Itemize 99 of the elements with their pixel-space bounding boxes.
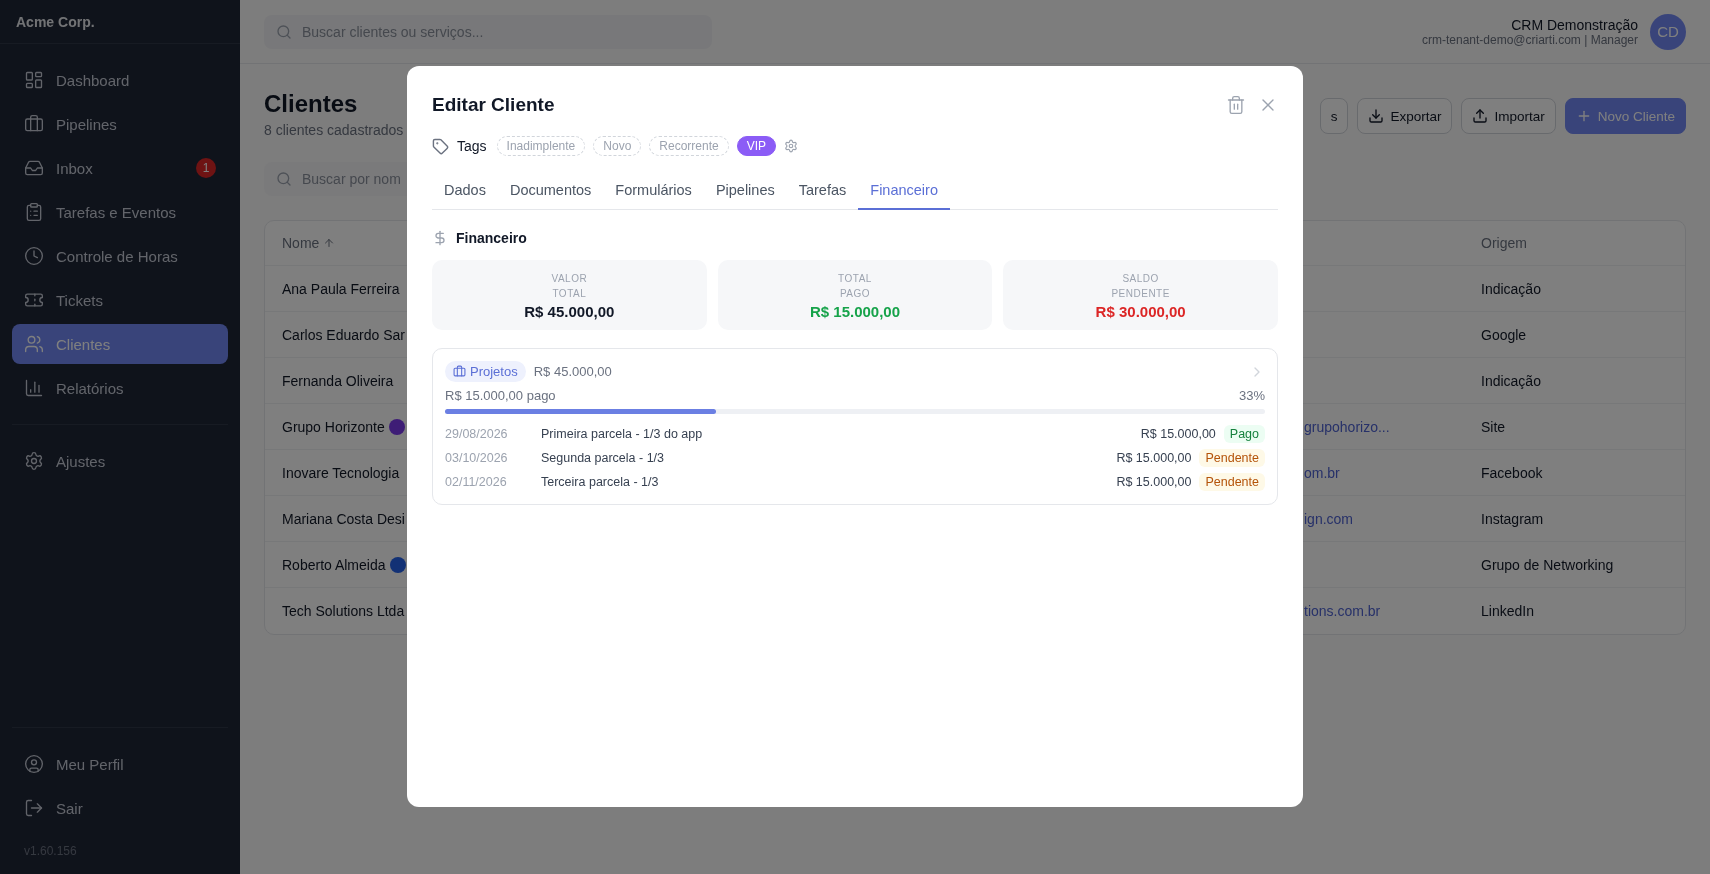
- stat-label: PENDENTE: [1111, 286, 1170, 301]
- count-badge: 1: [196, 158, 216, 178]
- nav-item[interactable]: Tickets: [12, 280, 228, 320]
- table-cell: Tech Solutions Ltda: [282, 603, 405, 619]
- dashboard-icon: [24, 70, 44, 90]
- logout-icon: [24, 798, 44, 818]
- table-cell-text: Instagram: [1481, 510, 1545, 527]
- nav-item[interactable]: Relatórios: [12, 368, 228, 408]
- settings-icon: [24, 451, 44, 471]
- table-cell: Inovare Tecnologia: [282, 464, 400, 481]
- email-link[interactable]: tions.com.br: [1304, 603, 1481, 619]
- nav-item[interactable]: Dashboard: [12, 60, 228, 100]
- table-cell: Roberto Almeida: [282, 556, 386, 573]
- action-button[interactable]: Novo Cliente: [1564, 98, 1686, 134]
- table-cell-text: Facebook: [1481, 464, 1544, 481]
- stat-value: R$ 45.000,00: [524, 302, 615, 320]
- upload-icon: [1472, 108, 1489, 124]
- table-cell-text: Grupo de Networking: [1481, 556, 1615, 573]
- table-cell-text: Site: [1481, 418, 1507, 435]
- inbox-icon: [24, 158, 44, 178]
- installment-amount: R$ 15.000,00: [1140, 427, 1216, 441]
- page-title: Clientes: [264, 90, 359, 118]
- action-button[interactable]: Exportar: [1357, 98, 1453, 134]
- users-icon: [24, 334, 44, 354]
- nav-item[interactable]: Ajustes: [12, 441, 228, 481]
- paid-text: R$ 15.000,00 pago: [445, 388, 556, 403]
- stat-value: R$ 15.000,00: [809, 302, 901, 320]
- table-cell: Fernanda Oliveira: [282, 372, 394, 389]
- action-button[interactable]: s: [1319, 98, 1349, 134]
- search-icon: [276, 23, 292, 40]
- tag-chip[interactable]: VIP: [736, 136, 777, 156]
- action-button[interactable]: Importar: [1461, 98, 1556, 134]
- tag-icon: [432, 137, 449, 155]
- table-cell-text: Indicação: [1481, 280, 1542, 297]
- column-header[interactable]: Nome: [282, 235, 424, 251]
- installment-amount: R$ 15.000,00: [1116, 475, 1192, 489]
- nav-item[interactable]: Meu Perfil: [12, 744, 228, 784]
- nav-item[interactable]: Tarefas e Eventos: [12, 192, 228, 232]
- tab[interactable]: Tarefas: [786, 182, 859, 210]
- stat-label: PAGO: [839, 286, 871, 301]
- email-link[interactable]: ign.com: [1304, 510, 1481, 527]
- tab[interactable]: Dados: [432, 182, 498, 210]
- installment-description: Segunda parcela - 1/3: [541, 451, 665, 465]
- status-badge: Pendente: [1199, 473, 1265, 491]
- briefcase-icon: [453, 365, 466, 378]
- user-circle-icon: [24, 754, 44, 774]
- nav-item[interactable]: Inbox 1: [12, 148, 228, 188]
- sort-arrow-icon: [323, 237, 336, 249]
- stat-label: SALDO: [1122, 271, 1159, 286]
- tab[interactable]: Financeiro: [858, 182, 950, 210]
- bar-chart-icon: [24, 378, 44, 398]
- settings-icon[interactable]: [784, 139, 799, 153]
- tab[interactable]: Pipelines: [703, 182, 787, 210]
- table-cell-text: LinkedIn: [1481, 603, 1535, 619]
- nav-item[interactable]: Controle de Horas: [12, 236, 228, 276]
- project-amount: R$ 45.000,00: [533, 364, 612, 379]
- installment-date: 03/10/2026: [445, 451, 509, 465]
- table-cell: Carlos Eduardo Sar: [282, 326, 405, 343]
- stat-value: R$ 30.000,00: [1095, 302, 1186, 320]
- download-icon: [1368, 108, 1385, 124]
- tags-label: Tags: [457, 138, 487, 154]
- table-cell: Ana Paula Ferreira: [282, 280, 400, 297]
- user-name: CRM Demonstração: [1511, 16, 1638, 33]
- trash-icon[interactable]: [1226, 95, 1246, 115]
- page-subtitle: 8 clientes cadastrados: [264, 122, 404, 138]
- table-cell-text: Google: [1481, 326, 1528, 343]
- user-avatar[interactable]: CD: [1650, 13, 1686, 50]
- table-cell-text: Indicação: [1481, 372, 1542, 389]
- status-badge: Pago: [1223, 425, 1265, 443]
- installment-amount: R$ 15.000,00: [1116, 451, 1192, 465]
- installment-date: 02/11/2026: [445, 475, 508, 489]
- table-cell: Mariana Costa Desi: [282, 510, 405, 527]
- clipboard-icon: [24, 202, 44, 222]
- nav-item[interactable]: Pipelines: [12, 104, 228, 144]
- nav-item[interactable]: Sair: [12, 788, 228, 828]
- clock-icon: [24, 246, 44, 266]
- stat-label: TOTAL: [552, 286, 587, 301]
- dialog-title: Editar Cliente: [432, 94, 555, 116]
- table-cell: Grupo Horizonte: [282, 418, 385, 435]
- brand-name: Acme Corp.: [16, 13, 95, 30]
- column-header[interactable]: Origem: [1481, 235, 1685, 251]
- stat-label: VALOR: [551, 271, 588, 286]
- category-chip: Projetos: [445, 361, 526, 382]
- section-title: Financeiro: [456, 230, 527, 246]
- nav-item[interactable]: Clientes: [12, 324, 228, 364]
- briefcase-icon: [24, 114, 44, 134]
- installment-description: Terceira parcela - 1/3: [541, 475, 660, 489]
- tab[interactable]: Documentos: [497, 182, 604, 210]
- email-link[interactable]: om.br: [1304, 464, 1481, 481]
- status-badge: Pendente: [1199, 449, 1265, 467]
- percent-text: 33%: [1238, 388, 1265, 403]
- installment-description: Primeira parcela - 1/3 do app: [541, 427, 704, 441]
- tab[interactable]: Formulários: [603, 182, 704, 210]
- stat-label: TOTAL: [838, 271, 872, 286]
- email-link[interactable]: grupohorizo...: [1304, 418, 1481, 435]
- dollar-icon: [432, 230, 448, 246]
- user-email: crm-tenant-demo@criarti.com | Manager: [1421, 32, 1638, 47]
- installment-date: 29/08/2026: [445, 427, 509, 441]
- search-icon: [276, 171, 292, 187]
